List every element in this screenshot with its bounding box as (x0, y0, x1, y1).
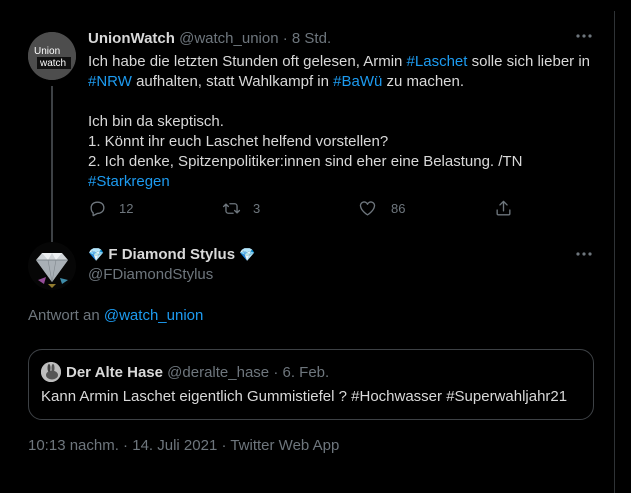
like-button[interactable]: 86 (358, 196, 405, 220)
quote-header: Der Alte Hase @deralte_hase · 6. Feb. (66, 364, 329, 381)
hare-avatar-icon (41, 362, 61, 382)
tweet-line-5: 2. Ich denke, Spitzenpolitiker:innen sin… (88, 153, 523, 170)
reply-target-link[interactable]: @watch_union (104, 307, 203, 324)
quote-date: 6. Feb. (282, 364, 330, 381)
share-button[interactable] (494, 196, 513, 220)
text-segment: zu machen. (382, 73, 465, 90)
quote-author-avatar (41, 362, 61, 382)
more-horizontal-icon (576, 252, 592, 256)
more-options-button[interactable] (574, 26, 594, 51)
hashtag-bawue[interactable]: #BaWü (333, 73, 382, 90)
tweet-actions: 12 3 86 (88, 196, 528, 220)
author-name[interactable]: UnionWatch (88, 30, 175, 47)
text-segment: solle sich lieber in (467, 53, 590, 70)
tweet-line-3: Ich bin da skeptisch. (88, 113, 224, 130)
diamond-icon (28, 242, 76, 290)
reply-icon (90, 200, 105, 216)
retweet-button[interactable]: 3 (222, 196, 260, 220)
author-name[interactable]: 💎 F Diamond Stylus 💎 (88, 246, 255, 264)
quote-separator: · (273, 364, 279, 381)
author-name-text: F Diamond Stylus (108, 246, 236, 263)
reply-button[interactable]: 12 (88, 196, 133, 220)
tweet-meta[interactable]: 10:13 nachm. · 14. Juli 2021 · Twitter W… (28, 437, 339, 454)
reply-prefix: Antwort an (28, 307, 104, 324)
text-segment: Ich habe die letzten Stunden oft gelesen… (88, 53, 407, 70)
retweet-count: 3 (253, 200, 261, 216)
hashtag-starkregen[interactable]: #Starkregen (88, 173, 170, 190)
gem-emoji-left: 💎 (88, 247, 105, 262)
reply-count: 12 (119, 200, 134, 216)
tweet-header: UnionWatch @watch_union · 8 Std. (88, 29, 331, 49)
replying-to: Antwort an @watch_union (28, 307, 203, 324)
focused-tweet: 💎 F Diamond Stylus 💎 @FDiamondStylus Ant… (0, 239, 615, 493)
tweet-line-4: 1. Könnt ihr euch Laschet helfend vorste… (88, 133, 389, 150)
quote-text: Kann Armin Laschet eigentlich Gummistief… (41, 388, 568, 405)
avatar-text-union: Union (34, 46, 60, 57)
author-handle[interactable]: @watch_union (179, 30, 278, 47)
text-segment: aufhalten, statt Wahlkampf in (131, 73, 334, 90)
top-spacer (0, 0, 615, 11)
gem-emoji-right: 💎 (239, 247, 256, 262)
avatar-text-watch: watch (39, 58, 66, 69)
hashtag-laschet[interactable]: #Laschet (407, 53, 468, 70)
quote-author-handle: @deralte_hase (167, 364, 270, 381)
share-icon (496, 200, 511, 216)
heart-icon (359, 200, 376, 216)
like-count: 86 (391, 200, 406, 216)
unionwatch-logo-icon: Union watch (28, 32, 76, 80)
tweet-line-1: Ich habe die letzten Stunden oft gelesen… (88, 52, 608, 72)
tweet-line-2: #NRW aufhalten, statt Wahlkampf in #BaWü… (88, 72, 608, 92)
quote-author-name: Der Alte Hase (66, 364, 163, 381)
unionwatch-avatar[interactable]: Union watch (28, 32, 76, 80)
tweet-line-6: #Starkregen (88, 172, 608, 192)
parent-tweet[interactable]: Union watch UnionWatch @watch_union · 8 … (0, 11, 615, 246)
more-horizontal-icon (576, 34, 592, 38)
more-options-button[interactable] (574, 244, 594, 269)
quoted-tweet[interactable]: Der Alte Hase @deralte_hase · 6. Feb. Ka… (28, 349, 594, 420)
fdiamondstylus-avatar[interactable] (28, 242, 76, 290)
author-handle[interactable]: @FDiamondStylus (88, 266, 213, 283)
hashtag-nrw[interactable]: #NRW (88, 73, 132, 90)
thread-connector-line (51, 86, 53, 246)
header-separator: · (282, 30, 288, 47)
tweet-time[interactable]: 8 Std. (292, 30, 331, 47)
tweet-text: Ich habe die letzten Stunden oft gelesen… (88, 52, 608, 192)
retweet-icon (222, 202, 241, 214)
